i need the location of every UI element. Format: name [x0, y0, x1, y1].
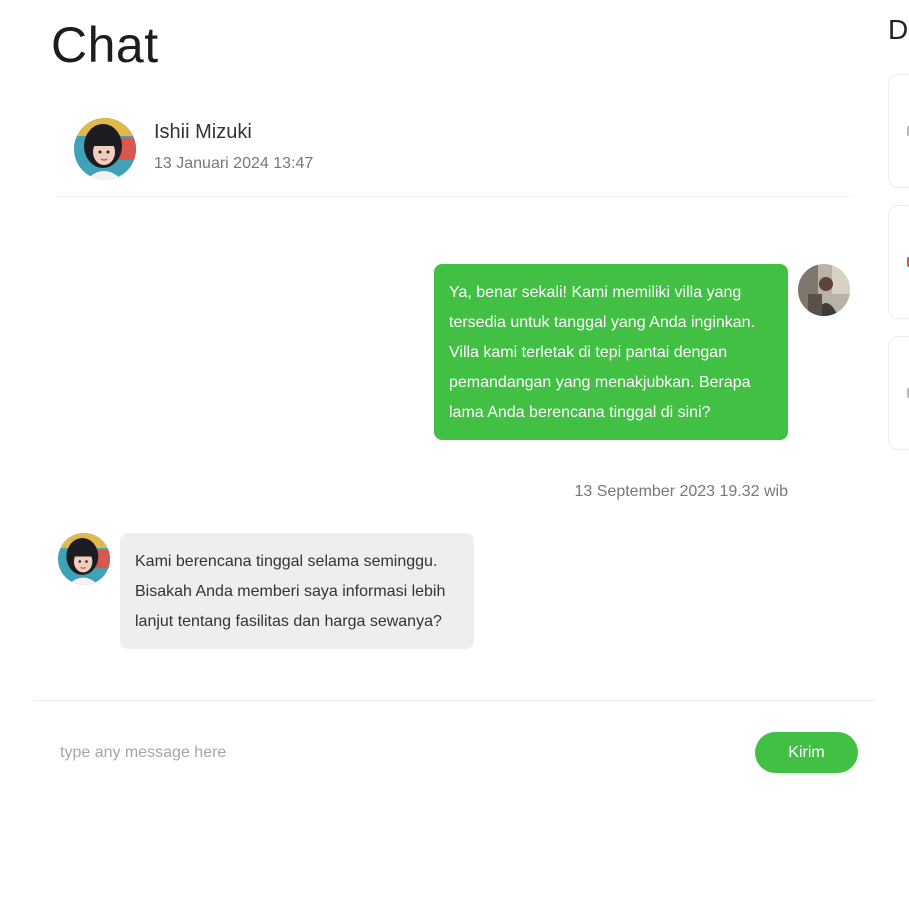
send-button[interactable]: Kirim — [755, 732, 858, 773]
side-panel-card[interactable] — [888, 205, 909, 319]
composer-divider — [34, 700, 875, 701]
contact-avatar[interactable] — [74, 118, 136, 180]
message-input[interactable] — [60, 738, 660, 768]
user-avatar[interactable] — [798, 264, 850, 316]
contact-name: Ishii Mizuki — [154, 121, 252, 143]
chat-header: Ishii Mizuki 13 Januari 2024 13:47 — [56, 112, 854, 197]
contact-last-seen: 13 Januari 2024 13:47 — [154, 155, 314, 172]
page-title: Chat — [51, 17, 159, 73]
outgoing-message-bubble: Ya, benar sekali! Kami memiliki villa ya… — [434, 264, 788, 440]
side-panel-card[interactable] — [888, 336, 909, 450]
side-panel-title: D — [888, 14, 909, 45]
side-panel-card[interactable] — [888, 74, 909, 188]
incoming-message-bubble: Kami berencana tinggal selama seminggu. … — [120, 533, 474, 649]
outgoing-message-time: 13 September 2023 19.32 wib — [574, 483, 788, 500]
contact-avatar-small[interactable] — [58, 533, 110, 585]
